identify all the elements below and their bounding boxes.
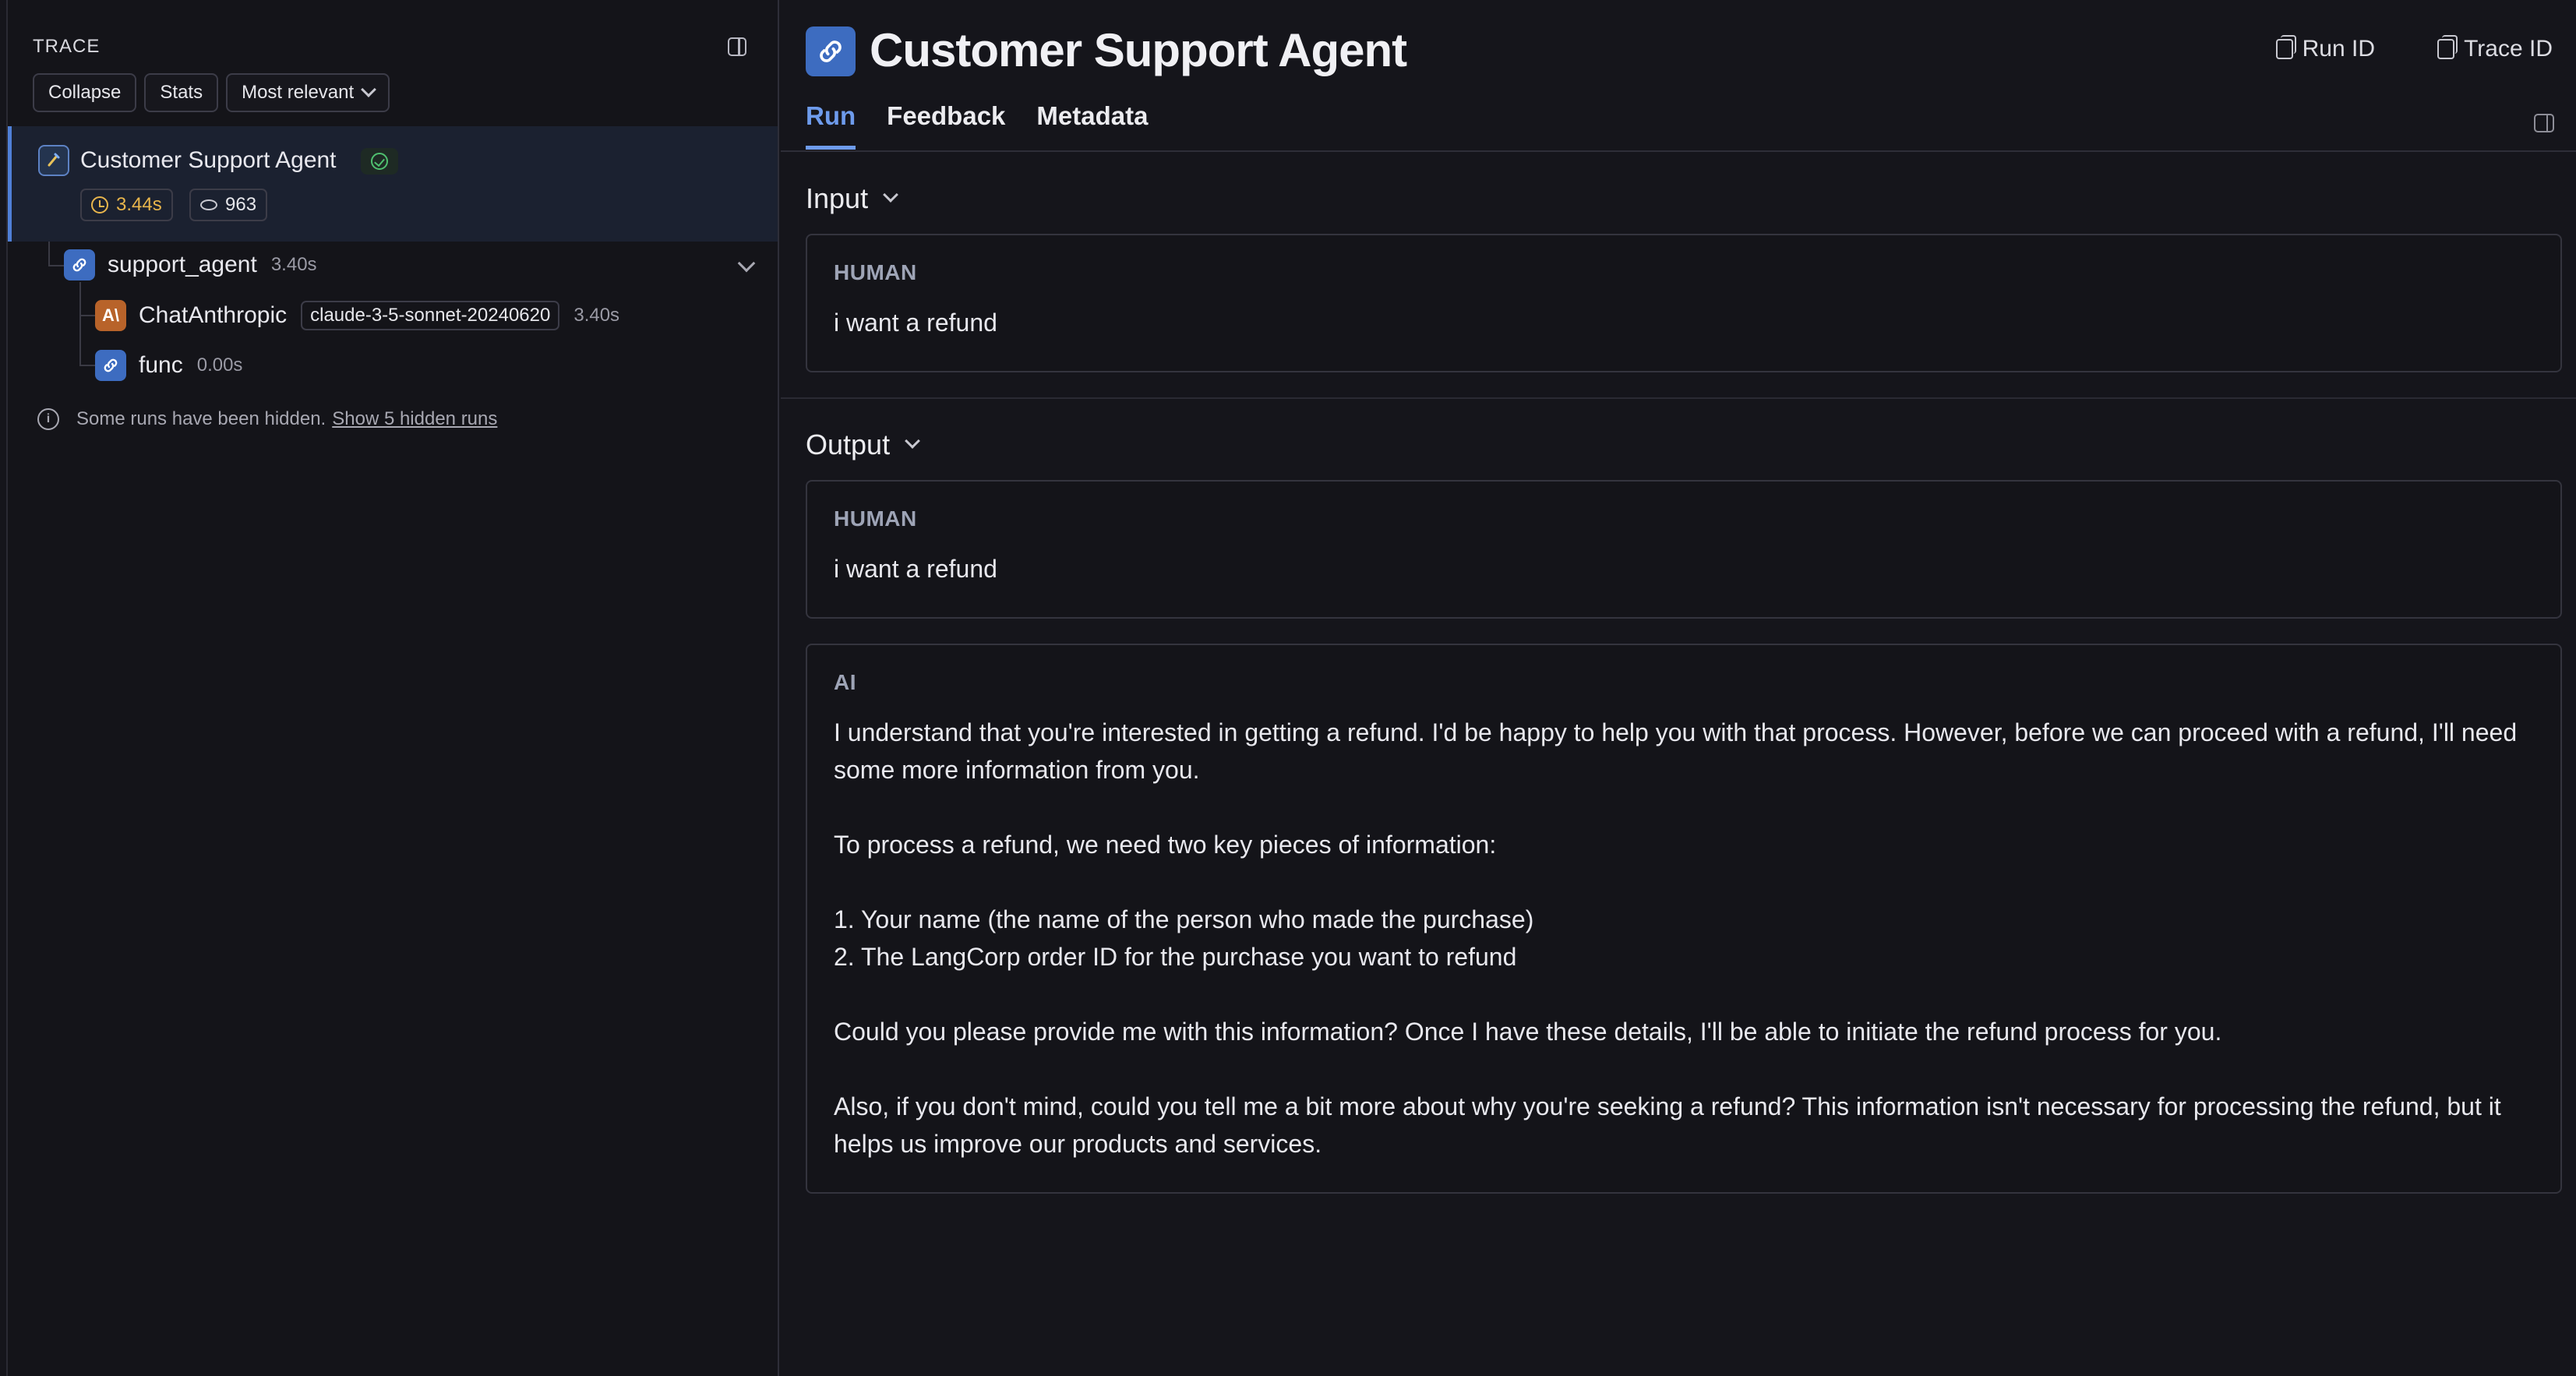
info-icon: i xyxy=(37,408,59,430)
agent-run-icon xyxy=(38,145,69,176)
anthropic-icon: A\ xyxy=(95,300,126,331)
latency-value: 3.44s xyxy=(116,194,162,215)
page-title: Customer Support Agent xyxy=(870,24,1407,76)
hidden-runs-note: i Some runs have been hidden. Show 5 hid… xyxy=(37,408,497,430)
run-name: Customer Support Agent xyxy=(80,147,337,173)
trace-run-root[interactable]: Customer Support Agent 3.44s 963 xyxy=(8,126,778,242)
clock-icon xyxy=(91,196,108,213)
chevron-down-icon[interactable] xyxy=(737,254,756,273)
divider xyxy=(781,397,2576,399)
stats-button[interactable]: Stats xyxy=(144,73,219,112)
model-tag: claude-3-5-sonnet-20240620 xyxy=(301,301,560,330)
message-role: HUMAN xyxy=(834,506,917,531)
tab-feedback[interactable]: Feedback xyxy=(887,101,1005,150)
chain-link-icon xyxy=(806,26,856,76)
trace-controls: Collapse Stats Most relevant xyxy=(33,73,390,112)
run-detail-panel: Customer Support Agent Run ID Trace ID R… xyxy=(781,0,2576,1376)
output-message-ai: AI I understand that you're interested i… xyxy=(806,644,2562,1194)
chevron-down-icon xyxy=(905,433,920,449)
copy-trace-id-button[interactable]: Trace ID xyxy=(2437,35,2553,62)
run-name: func xyxy=(139,352,183,378)
tree-connector xyxy=(48,242,50,266)
tokens-icon xyxy=(200,199,217,210)
copy-run-id-button[interactable]: Run ID xyxy=(2275,35,2375,62)
tab-run[interactable]: Run xyxy=(806,101,856,150)
tree-connector xyxy=(79,282,81,366)
trace-run-chatanthropic[interactable]: A\ ChatAnthropic claude-3-5-sonnet-20240… xyxy=(95,296,619,335)
trace-id-label: Trace ID xyxy=(2464,36,2553,62)
sort-dropdown-label: Most relevant xyxy=(242,82,355,103)
chain-link-icon xyxy=(95,350,126,381)
trace-run-func[interactable]: func 0.00s xyxy=(95,346,242,385)
copy-icon xyxy=(2275,35,2296,59)
chevron-down-icon xyxy=(883,187,898,203)
run-name: support_agent xyxy=(108,252,257,277)
output-message-human: HUMAN i want a refund xyxy=(806,480,2562,619)
run-latency: 0.00s xyxy=(196,355,243,376)
output-section-label: Output xyxy=(806,429,891,460)
sort-dropdown[interactable]: Most relevant xyxy=(226,73,390,112)
token-count-chip: 963 xyxy=(189,189,268,221)
trace-panel: TRACE Collapse Stats Most relevant Custo… xyxy=(6,0,779,1376)
trace-title: TRACE xyxy=(33,36,101,57)
run-name: ChatAnthropic xyxy=(139,302,288,328)
message-role: AI xyxy=(834,670,856,694)
show-hidden-runs-link[interactable]: Show 5 hidden runs xyxy=(332,408,497,430)
tab-metadata[interactable]: Metadata xyxy=(1036,101,1148,150)
divider xyxy=(781,150,2576,152)
tree-connector xyxy=(79,315,95,316)
copy-icon xyxy=(2437,35,2458,59)
detail-tabs: Run Feedback Metadata xyxy=(806,101,1148,150)
message-text: I understand that you're interested in g… xyxy=(834,718,2518,1158)
collapse-button[interactable]: Collapse xyxy=(33,73,137,112)
tree-connector xyxy=(48,265,64,266)
chain-link-icon xyxy=(64,249,95,280)
output-section-toggle[interactable]: Output xyxy=(806,429,920,461)
success-status-icon xyxy=(361,148,398,175)
tree-connector xyxy=(79,365,95,366)
token-count-value: 963 xyxy=(225,194,257,215)
trace-run-support-agent[interactable]: support_agent 3.40s xyxy=(64,245,317,284)
message-text: i want a refund xyxy=(834,309,997,337)
message-text: i want a refund xyxy=(834,555,997,583)
chevron-down-icon xyxy=(361,82,377,97)
input-message-human: HUMAN i want a refund xyxy=(806,234,2562,372)
latency-chip: 3.44s xyxy=(80,189,173,221)
run-latency: 3.40s xyxy=(573,305,620,326)
input-section-label: Input xyxy=(806,182,869,214)
input-section-toggle[interactable]: Input xyxy=(806,182,898,215)
hidden-runs-text: Some runs have been hidden. xyxy=(76,408,326,429)
collapse-panel-icon[interactable] xyxy=(728,37,746,56)
message-role: HUMAN xyxy=(834,260,917,284)
run-latency: 3.40s xyxy=(270,254,317,275)
run-id-label: Run ID xyxy=(2302,36,2375,62)
toggle-sidebar-icon[interactable] xyxy=(2534,114,2554,132)
